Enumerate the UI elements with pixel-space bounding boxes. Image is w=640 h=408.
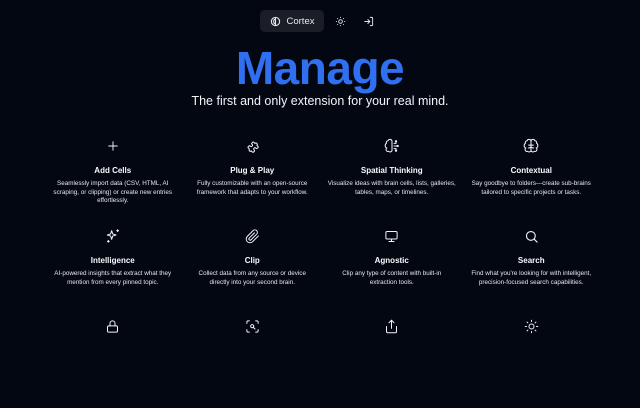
top-nav: Cortex (0, 10, 640, 32)
feature-description: Collect data from any source or device d… (198, 270, 306, 286)
feature-description: Clip any type of content with built-in e… (342, 270, 442, 286)
brain-circuit-icon (383, 137, 401, 155)
brand-label: Cortex (286, 15, 315, 27)
feature-card-scan (183, 316, 323, 408)
feature-card-plug-play: Plug & Play Fully customizable with an o… (183, 136, 323, 228)
feature-title: Add Cells (94, 166, 132, 175)
cortex-home-button[interactable]: Cortex (259, 10, 325, 32)
brain-icon (522, 137, 540, 155)
hero-subtitle: The first and only extension for your re… (191, 94, 449, 108)
feature-card-agnostic: Agnostic Clip any type of content with b… (322, 226, 462, 318)
feature-card-spatial-thinking: Spatial Thinking Visualize ideas with br… (322, 136, 462, 228)
theme-toggle-button[interactable] (328, 10, 352, 32)
feature-title: Search (517, 256, 545, 265)
feature-title: Clip (244, 256, 260, 265)
monitor-icon (383, 227, 401, 245)
sun-icon (522, 317, 540, 335)
feature-description: Fully customizable with an open-source f… (196, 180, 308, 196)
feature-grid: Add Cells Seamlessly import data (CSV, H… (43, 136, 601, 408)
share-icon (383, 317, 401, 335)
feature-title: Intelligence (90, 256, 135, 265)
feature-card-clip: Clip Collect data from any source or dev… (183, 226, 323, 318)
feature-description: Say goodbye to folders—create sub-brains… (471, 180, 591, 196)
paperclip-icon (243, 227, 261, 245)
hero-title: Manage (235, 42, 405, 94)
feature-card-search: Search Find what you're looking for with… (462, 226, 602, 318)
feature-card-contextual: Contextual Say goodbye to folders—create… (462, 136, 602, 228)
feature-description: Find what you're looking for with intell… (471, 270, 592, 286)
plus-icon (104, 137, 122, 155)
feature-title: Plug & Play (230, 166, 275, 175)
feature-description: Visualize ideas with brain cells, lists,… (327, 180, 456, 196)
sign-in-button[interactable] (356, 10, 380, 32)
feature-card-intelligence: Intelligence AI-powered insights that ex… (43, 226, 183, 318)
feature-description: AI-powered insights that extract what th… (54, 270, 172, 286)
feature-card-add-cells: Add Cells Seamlessly import data (CSV, H… (43, 136, 183, 228)
scan-search-icon (243, 317, 261, 335)
feature-description: Seamlessly import data (CSV, HTML, AI sc… (53, 180, 173, 205)
sun-icon (335, 16, 346, 27)
feature-title: Contextual (510, 166, 552, 175)
sparkles-icon (104, 227, 122, 245)
search-icon (522, 227, 540, 245)
puzzle-icon (243, 137, 261, 155)
feature-title: Spatial Thinking (360, 166, 423, 175)
feature-card-share (322, 316, 462, 408)
feature-card-theme (462, 316, 602, 408)
sign-in-icon (363, 16, 374, 27)
cortex-logo-icon (270, 16, 281, 27)
feature-card-lock (43, 316, 183, 408)
lock-icon (104, 317, 122, 335)
feature-title: Agnostic (374, 256, 409, 265)
